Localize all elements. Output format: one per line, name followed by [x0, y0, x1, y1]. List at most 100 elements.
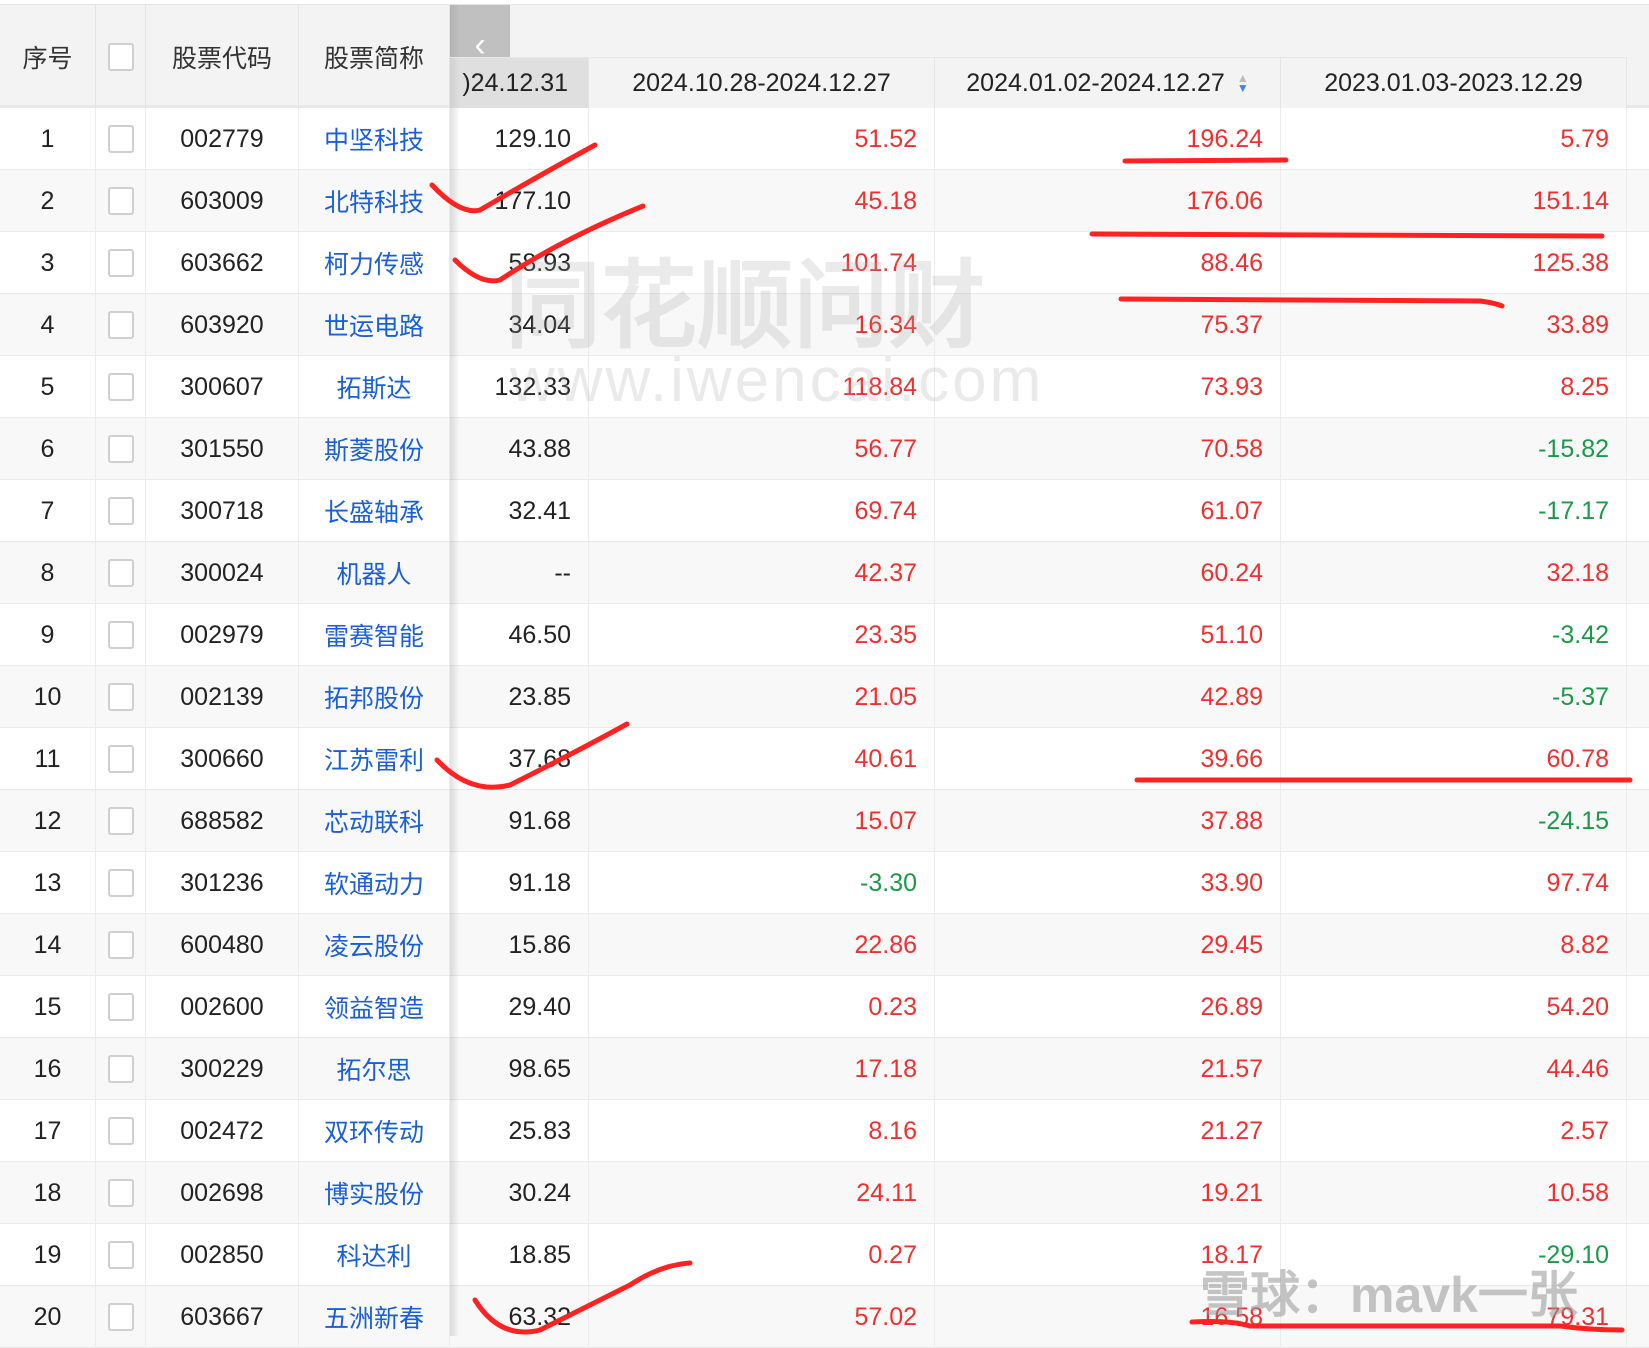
row-checkbox[interactable] — [107, 621, 134, 649]
table-row[interactable]: 9 002979 雷赛智能 46.50 23.35 51.10 -3.42 — [0, 604, 1649, 666]
stock-name[interactable]: 五洲新春 — [299, 1286, 450, 1348]
stock-name[interactable]: 长盛轴承 — [299, 480, 450, 542]
table-row[interactable]: 10 002139 拓邦股份 23.85 21.05 42.89 -5.37 — [0, 666, 1649, 728]
table-row[interactable]: 15 002600 领益智造 29.40 0.23 26.89 54.20 — [0, 976, 1649, 1038]
col3-value: 33.90 — [935, 852, 1281, 914]
table-row[interactable]: 3 603662 柯力传感 58.93 101.74 88.46 125.38 — [0, 232, 1649, 294]
stock-name[interactable]: 博实股份 — [299, 1162, 450, 1224]
table-row[interactable]: 16 300229 拓尔思 98.65 17.18 21.57 44.46 — [0, 1038, 1649, 1100]
table-row[interactable]: 4 603920 世运电路 34.04 16.34 75.37 33.89 — [0, 294, 1649, 356]
row-no: 14 — [0, 914, 96, 976]
col3-value: 60.24 — [935, 542, 1281, 604]
row-checkbox[interactable] — [107, 993, 134, 1021]
header-col2[interactable]: 2024.10.28-2024.12.27 — [589, 57, 935, 108]
row-no: 8 — [0, 542, 96, 604]
table-row[interactable]: 1 002779 中坚科技 129.10 51.52 196.24 5.79 — [0, 108, 1649, 170]
row-checkbox[interactable] — [107, 1303, 134, 1331]
stock-name[interactable]: 拓邦股份 — [299, 666, 450, 728]
row-select[interactable] — [96, 170, 146, 232]
row-checkbox[interactable] — [107, 373, 134, 401]
row-checkbox[interactable] — [107, 125, 134, 153]
row-select[interactable] — [96, 480, 146, 542]
row-select[interactable] — [96, 790, 146, 852]
table-row[interactable]: 12 688582 芯动联科 91.68 15.07 37.88 -24.15 — [0, 790, 1649, 852]
row-checkbox[interactable] — [107, 435, 134, 463]
stock-name[interactable]: 北特科技 — [299, 170, 450, 232]
stock-name[interactable]: 凌云股份 — [299, 914, 450, 976]
header-name[interactable]: 股票简称 — [299, 5, 450, 108]
row-select[interactable] — [96, 1286, 146, 1348]
table-row[interactable]: 20 603667 五洲新春 63.32 57.02 16.58 79.31 — [0, 1286, 1649, 1348]
stock-name[interactable]: 领益智造 — [299, 976, 450, 1038]
table-row[interactable]: 7 300718 长盛轴承 32.41 69.74 61.07 -17.17 — [0, 480, 1649, 542]
row-select[interactable] — [96, 1038, 146, 1100]
stock-name[interactable]: 拓尔思 — [299, 1038, 450, 1100]
row-checkbox[interactable] — [107, 683, 134, 711]
row-select[interactable] — [96, 666, 146, 728]
stock-code: 002979 — [146, 604, 299, 666]
col1-value: 129.10 — [450, 108, 589, 170]
header-select-all[interactable] — [96, 5, 146, 108]
row-checkbox[interactable] — [107, 187, 134, 215]
row-select[interactable] — [96, 232, 146, 294]
row-select[interactable] — [96, 852, 146, 914]
row-select[interactable] — [96, 1100, 146, 1162]
table-row[interactable]: 14 600480 凌云股份 15.86 22.86 29.45 8.82 — [0, 914, 1649, 976]
header-code[interactable]: 股票代码 — [146, 5, 299, 108]
col3-value: 176.06 — [935, 170, 1281, 232]
table-row[interactable]: 13 301236 软通动力 91.18 -3.30 33.90 97.74 — [0, 852, 1649, 914]
row-select[interactable] — [96, 976, 146, 1038]
row-select[interactable] — [96, 418, 146, 480]
table-row[interactable]: 11 300660 江苏雷利 37.68 40.61 39.66 60.78 — [0, 728, 1649, 790]
table-row[interactable]: 19 002850 科达利 18.85 0.27 18.17 -29.10 — [0, 1224, 1649, 1286]
stock-name[interactable]: 世运电路 — [299, 294, 450, 356]
stock-name[interactable]: 江苏雷利 — [299, 728, 450, 790]
row-select[interactable] — [96, 542, 146, 604]
row-checkbox[interactable] — [107, 1117, 134, 1145]
row-select[interactable] — [96, 294, 146, 356]
row-checkbox[interactable] — [107, 745, 134, 773]
stock-code: 300718 — [146, 480, 299, 542]
header-col4[interactable]: 2023.01.03-2023.12.29 — [1281, 57, 1627, 108]
table-row[interactable]: 18 002698 博实股份 30.24 24.11 19.21 10.58 — [0, 1162, 1649, 1224]
row-checkbox[interactable] — [107, 1055, 134, 1083]
row-checkbox[interactable] — [107, 869, 134, 897]
row-select[interactable] — [96, 108, 146, 170]
stock-code: 002600 — [146, 976, 299, 1038]
stock-name[interactable]: 拓斯达 — [299, 356, 450, 418]
stock-name[interactable]: 科达利 — [299, 1224, 450, 1286]
stock-name[interactable]: 柯力传感 — [299, 232, 450, 294]
row-checkbox[interactable] — [107, 931, 134, 959]
stock-name[interactable]: 斯菱股份 — [299, 418, 450, 480]
scroll-left-button[interactable]: ‹ — [450, 5, 510, 62]
row-checkbox[interactable] — [107, 1179, 134, 1207]
row-select[interactable] — [96, 604, 146, 666]
stock-name[interactable]: 软通动力 — [299, 852, 450, 914]
stock-name[interactable]: 机器人 — [299, 542, 450, 604]
stock-name[interactable]: 芯动联科 — [299, 790, 450, 852]
row-select[interactable] — [96, 914, 146, 976]
table-row[interactable]: 17 002472 双环传动 25.83 8.16 21.27 2.57 — [0, 1100, 1649, 1162]
header-col1[interactable]: )24.12.31 — [450, 57, 589, 108]
table-row[interactable]: 6 301550 斯菱股份 43.88 56.77 70.58 -15.82 — [0, 418, 1649, 480]
row-checkbox[interactable] — [107, 559, 134, 587]
select-all-checkbox[interactable] — [107, 42, 134, 71]
stock-name[interactable]: 双环传动 — [299, 1100, 450, 1162]
stock-name[interactable]: 中坚科技 — [299, 108, 450, 170]
table-row[interactable]: 2 603009 北特科技 177.10 45.18 176.06 151.14 — [0, 170, 1649, 232]
row-checkbox[interactable] — [107, 807, 134, 835]
col4-value: 97.74 — [1281, 852, 1627, 914]
row-select[interactable] — [96, 356, 146, 418]
row-select[interactable] — [96, 728, 146, 790]
row-checkbox[interactable] — [107, 249, 134, 277]
row-select[interactable] — [96, 1162, 146, 1224]
row-checkbox[interactable] — [107, 311, 134, 339]
table-row[interactable]: 8 300024 机器人 -- 42.37 60.24 32.18 — [0, 542, 1649, 604]
header-col3[interactable]: 2024.01.02-2024.12.27 ▲ ▼ — [935, 57, 1281, 108]
row-select[interactable] — [96, 1224, 146, 1286]
sort-icon[interactable]: ▲ ▼ — [1237, 72, 1249, 94]
table-row[interactable]: 5 300607 拓斯达 132.33 118.84 73.93 8.25 — [0, 356, 1649, 418]
row-checkbox[interactable] — [107, 1241, 134, 1269]
row-checkbox[interactable] — [107, 497, 134, 525]
stock-name[interactable]: 雷赛智能 — [299, 604, 450, 666]
